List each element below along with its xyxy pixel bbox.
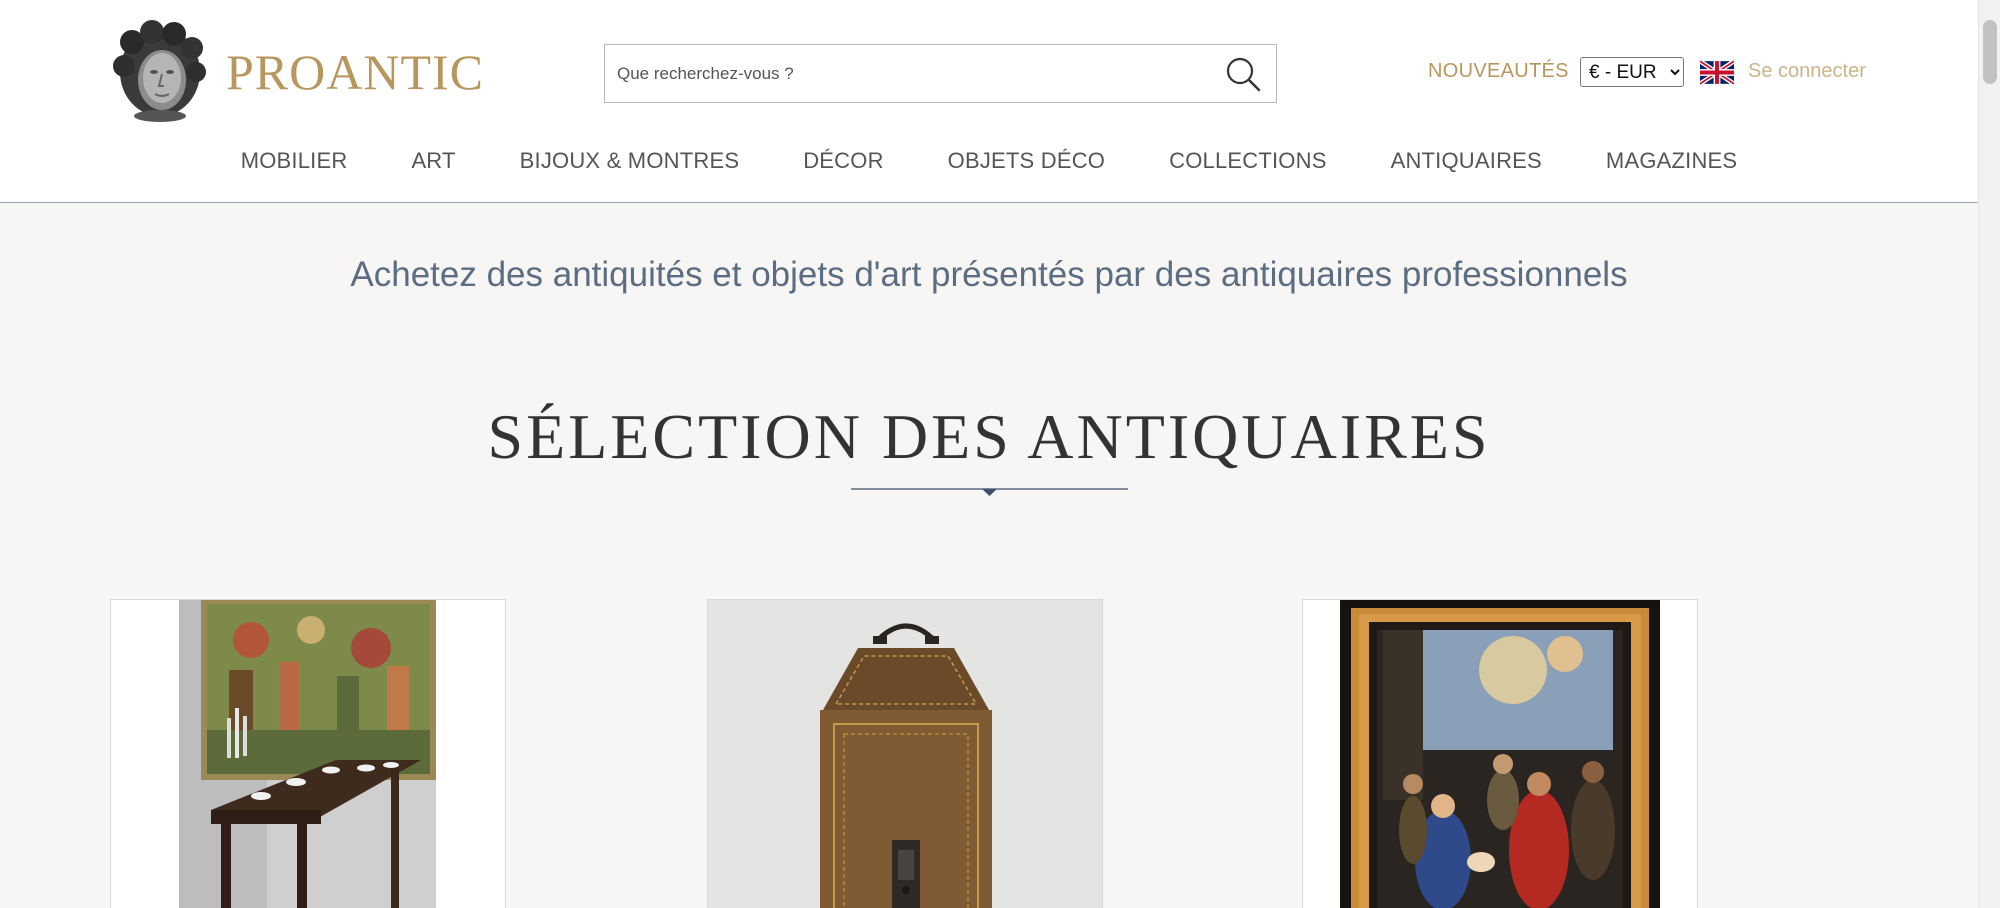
search-box [604, 44, 1277, 103]
nav-item-art[interactable]: ART [411, 148, 455, 174]
login-link[interactable]: Se connecter [1748, 60, 1866, 83]
scrollbar-thumb[interactable] [1983, 20, 1997, 84]
nav-item-objets-deco[interactable]: OBJETS DÉCO [948, 148, 1105, 174]
nav-item-mobilier[interactable]: MOBILIER [241, 148, 348, 174]
nav-item-bijoux-montres[interactable]: BIJOUX & MONTRES [520, 148, 740, 174]
nav-item-decor[interactable]: DÉCOR [803, 148, 883, 174]
search-input[interactable] [605, 45, 1195, 102]
product-card[interactable] [707, 599, 1103, 908]
currency-select[interactable]: € - EUR [1580, 57, 1684, 87]
uk-flag-icon[interactable] [1700, 60, 1734, 85]
search-icon[interactable] [1224, 55, 1262, 93]
product-card[interactable] [1302, 599, 1698, 908]
tagline: Achetez des antiquités et objets d'art p… [350, 255, 1628, 294]
vertical-scrollbar[interactable] [1978, 0, 2000, 908]
logo-head-icon [113, 20, 206, 122]
product-cards [0, 599, 1978, 908]
tapestry-dining-table-image [111, 600, 505, 908]
section-title: SÉLECTION DES ANTIQUAIRES [487, 401, 1491, 472]
nav-item-collections[interactable]: COLLECTIONS [1169, 148, 1326, 174]
framed-nativity-painting-image [1303, 600, 1697, 908]
leather-knife-box-image [708, 600, 1102, 908]
logo-text: PROANTIC [226, 43, 485, 100]
product-card[interactable] [110, 599, 506, 908]
site-header: PROANTIC NOUVEAUTÉS € - EUR Se connecter… [0, 0, 1978, 203]
nav-item-antiquaires[interactable]: ANTIQUAIRES [1391, 148, 1542, 174]
logo-link[interactable]: PROANTIC [110, 20, 484, 123]
title-divider [851, 488, 1128, 496]
nav-item-magazines[interactable]: MAGAZINES [1606, 148, 1737, 174]
main-nav: MOBILIER ART BIJOUX & MONTRES DÉCOR OBJE… [0, 148, 1978, 174]
nouveautes-link[interactable]: NOUVEAUTÉS [1428, 60, 1569, 83]
